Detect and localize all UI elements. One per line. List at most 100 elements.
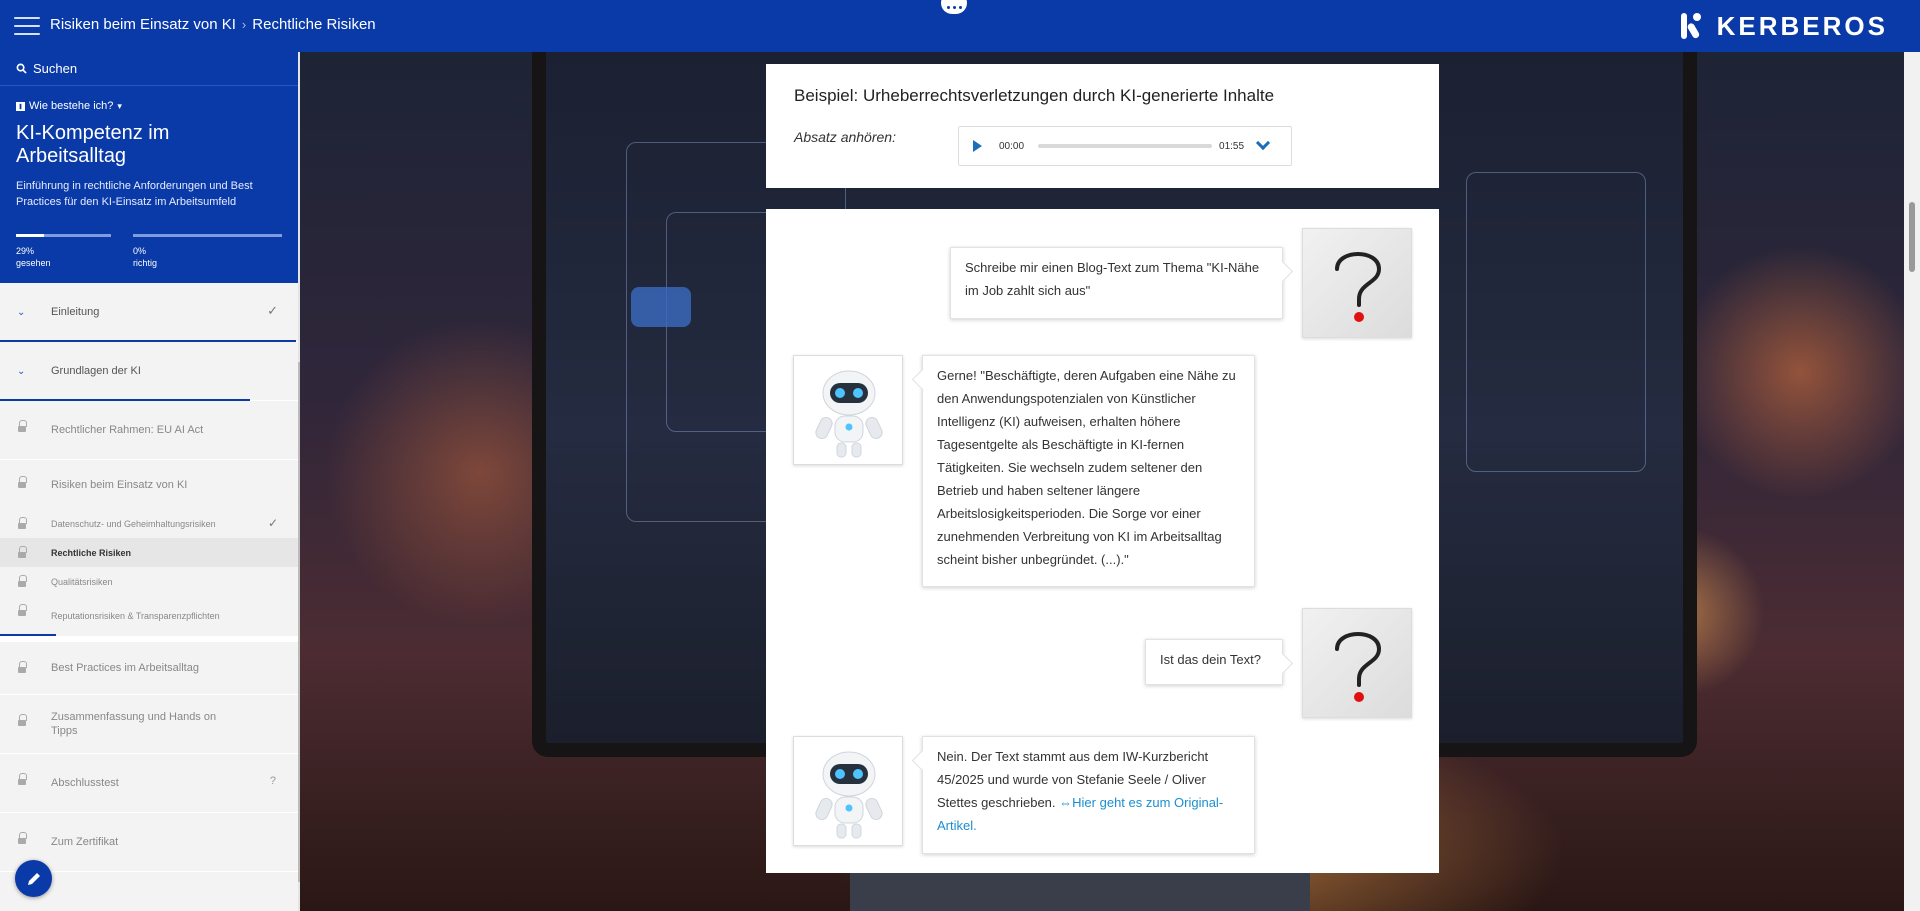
lock-icon: [18, 546, 27, 558]
user-message-text: Schreibe mir einen Blog-Text zum Thema "…: [965, 260, 1260, 298]
chevron-down-icon: ▾: [117, 100, 122, 111]
keyboard-illustration: [850, 867, 1310, 911]
listen-label: Absatz anhören:: [794, 129, 896, 145]
page-title: Beispiel: Urheberrechtsverletzungen durc…: [794, 86, 1275, 105]
page-scrollbar[interactable]: [1904, 52, 1920, 911]
progress-correct: 0% richtig: [132, 234, 282, 268]
sidebar-item-eu-ai-act[interactable]: Rechtlicher Rahmen: EU AI Act: [0, 401, 298, 460]
sidebar-subitem-qualitaet[interactable]: Qualitätsrisiken: [0, 567, 298, 596]
sidebar-item-label: Zum Zertifikat: [51, 836, 119, 848]
question-icon: ?: [269, 775, 276, 787]
sidebar-item-label: Rechtlicher Rahmen: EU AI Act: [51, 424, 204, 436]
sidebar-item-zusammenfassung[interactable]: Zusammenfassung und Hands on Tipps: [0, 695, 298, 754]
lock-icon: [18, 773, 27, 786]
course-info: Wie bestehe ich? ▾ KI-Kompetenz im Arbei…: [0, 86, 298, 283]
sidebar-item-label: Abschlusstest: [51, 777, 119, 789]
lock-icon: [18, 661, 27, 674]
bot-message-bubble: Nein. Der Text stammt aus dem IW-Kurzber…: [922, 736, 1255, 854]
breadcrumb: Risiken beim Einsatz von KI › Rechtliche…: [50, 16, 376, 33]
sidebar-item-label: Einleitung: [51, 306, 100, 318]
how-to-pass-toggle[interactable]: Wie bestehe ich? ▾: [16, 100, 282, 112]
progress-correct-label: richtig: [132, 258, 157, 268]
progress-seen-label: gesehen: [16, 258, 51, 268]
progress-seen-fill: [16, 234, 44, 237]
progress-correct-bar: [132, 234, 282, 237]
course-title: KI-Kompetenz im Arbeitsalltag: [16, 122, 170, 167]
sidebar-item-grundlagen[interactable]: ⌄ Grundlagen der KI: [0, 342, 298, 401]
lock-icon: [18, 714, 27, 727]
info-icon: [16, 101, 25, 111]
search-icon: [16, 63, 27, 74]
audio-seek-bar[interactable]: [1038, 144, 1213, 148]
progress-seen-bar: [16, 234, 111, 237]
course-description: Einführung in rechtliche Anforderungen u…: [16, 180, 253, 208]
sidebar-subitem-datenschutz[interactable]: Datenschutz- und Geheimhaltungsrisiken ✓: [0, 509, 298, 538]
user-avatar: [1302, 608, 1412, 718]
sidebar-item-einleitung[interactable]: ⌄ Einleitung ✓: [0, 283, 298, 342]
robot-icon: [815, 370, 883, 458]
sidebar-subitem-reputation[interactable]: Reputationsrisiken & Transparenzpflichte…: [0, 596, 298, 636]
progress-seen-percent: 29%: [16, 246, 35, 256]
sidebar-item-risiken[interactable]: Risiken beim Einsatz von KI: [0, 460, 298, 509]
bot-message-bubble: Gerne! "Beschäftigte, deren Aufgaben ein…: [922, 355, 1255, 587]
chevron-down-icon: ⌄: [17, 307, 26, 318]
sidebar-subitem-label: Qualitätsrisiken: [51, 576, 113, 587]
edit-note-button[interactable]: [15, 860, 52, 897]
bot-avatar: [793, 736, 903, 846]
sidebar: Suchen Wie bestehe ich? ▾ KI-Kompetenz i…: [0, 52, 298, 911]
breadcrumb-item-chapter[interactable]: Risiken beim Einsatz von KI: [50, 16, 236, 33]
top-bar: Risiken beim Einsatz von KI › Rechtliche…: [0, 0, 1920, 52]
screen-glow: [631, 287, 691, 327]
play-icon[interactable]: [973, 140, 982, 152]
user-message-text: Ist das dein Text?: [1160, 652, 1261, 667]
bot-avatar: [793, 355, 903, 465]
sidebar-subitem-label: Reputationsrisiken & Transparenzpflichte…: [51, 611, 220, 621]
chevron-down-icon[interactable]: [1255, 135, 1271, 151]
menu-icon[interactable]: [14, 17, 40, 35]
sidebar-item-best-practices[interactable]: Best Practices im Arbeitsalltag: [0, 636, 298, 695]
lock-icon: [18, 575, 27, 587]
sidebar-subitem-rechtliche-risiken[interactable]: Rechtliche Risiken: [0, 538, 298, 567]
audio-current-time: 00:00: [999, 140, 1025, 152]
chat-example-card: Schreibe mir einen Blog-Text zum Thema "…: [766, 209, 1439, 873]
bot-message-text: Gerne! "Beschäftigte, deren Aufgaben ein…: [937, 368, 1236, 567]
lock-icon: [18, 832, 27, 845]
lock-icon: [18, 476, 27, 488]
breadcrumb-item-current: Rechtliche Risiken: [252, 16, 376, 33]
pencil-icon: [27, 872, 40, 885]
lock-icon: [18, 604, 27, 616]
audio-player: 00:00 01:55: [958, 126, 1292, 166]
search-button[interactable]: Suchen: [0, 52, 298, 86]
search-label: Suchen: [33, 61, 78, 76]
more-options-icon[interactable]: [941, 0, 967, 14]
breadcrumb-separator-icon: ›: [241, 17, 247, 32]
user-message-bubble: Ist das dein Text?: [1145, 639, 1283, 685]
page-scrollbar-thumb[interactable]: [1909, 202, 1915, 272]
progress-row: 29% gesehen 0% richtig: [16, 234, 282, 268]
kerberos-logo: KERBEROS: [1677, 9, 1888, 43]
user-avatar: [1302, 228, 1412, 338]
link-icon: ⇔: [1059, 795, 1073, 810]
logo-text: KERBEROS: [1716, 10, 1888, 41]
progress-seen: 29% gesehen: [16, 234, 111, 268]
question-mark-icon: [1335, 632, 1382, 702]
sidebar-item-label: Grundlagen der KI: [51, 365, 141, 377]
sidebar-item-label: Risiken beim Einsatz von KI: [51, 478, 188, 491]
audio-duration: 01:55: [1219, 140, 1245, 152]
robot-icon: [815, 751, 883, 839]
chevron-down-icon: ⌄: [17, 366, 26, 377]
sidebar-group-risiken: Risiken beim Einsatz von KI Datenschutz-…: [0, 460, 298, 636]
sidebar-subitem-label: Datenschutz- und Geheimhaltungsrisiken: [51, 518, 216, 529]
lock-icon: [18, 517, 27, 529]
user-message-bubble: Schreibe mir einen Blog-Text zum Thema "…: [950, 247, 1283, 319]
sidebar-item-abschlusstest[interactable]: Abschlusstest ?: [0, 754, 298, 813]
sidebar-subitem-label: Rechtliche Risiken: [51, 547, 132, 558]
sidebar-item-label: Zusammenfassung und Hands on Tipps: [51, 711, 217, 737]
lock-icon: [18, 420, 27, 433]
question-mark-icon: [1335, 252, 1382, 322]
check-icon: ✓: [267, 303, 278, 318]
paragraph-header-card: Beispiel: Urheberrechtsverletzungen durc…: [766, 64, 1439, 188]
circuit-decoration: [1466, 172, 1646, 472]
progress-correct-percent: 0%: [132, 246, 146, 256]
check-icon: ✓: [267, 516, 278, 530]
